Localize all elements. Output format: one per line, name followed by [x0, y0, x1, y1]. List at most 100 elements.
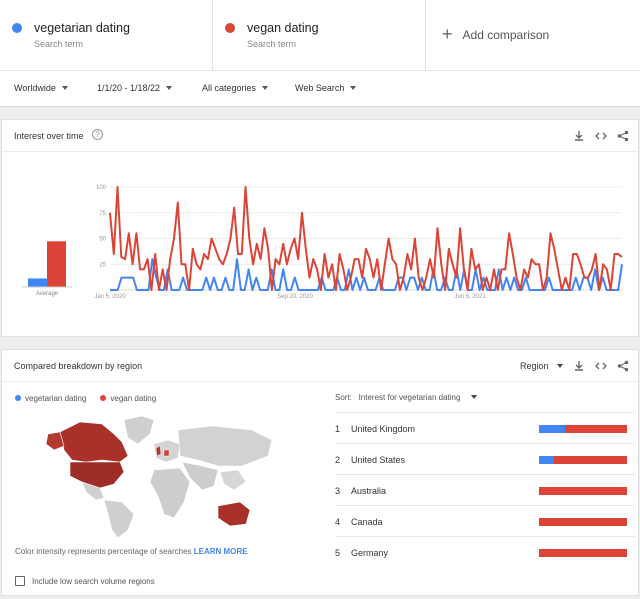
vegan-share-segment — [539, 549, 627, 557]
region-row[interactable]: 2 United States — [335, 443, 635, 474]
region-row[interactable]: 3 Australia — [335, 474, 635, 505]
region-share-bar — [539, 518, 627, 526]
map-region-united-kingdom[interactable] — [155, 445, 162, 457]
color-intensity-note: Color intensity represents percentage of… — [15, 547, 248, 556]
region-filter-label: Worldwide — [14, 83, 56, 93]
map-region-united-states[interactable] — [69, 461, 125, 489]
card-title: Interest over time — [14, 131, 84, 141]
sort-control[interactable]: Sort: Interest for vegetarian dating — [335, 393, 477, 402]
region-name: Germany — [351, 548, 389, 558]
region-row[interactable]: 4 Canada — [335, 505, 635, 536]
vegan-share-segment — [539, 518, 627, 526]
embed-icon[interactable] — [595, 360, 607, 372]
download-icon[interactable] — [573, 360, 585, 372]
search-term-1[interactable]: vegetarian dating Search term — [0, 0, 213, 70]
search-type-filter[interactable]: Web Search — [295, 83, 357, 93]
legend-item: vegan dating — [100, 394, 156, 403]
category-filter[interactable]: All categories — [202, 83, 269, 93]
y-tick-label: 75 — [99, 211, 106, 217]
caret-down-icon — [262, 86, 269, 90]
region-name: Canada — [351, 517, 383, 527]
category-filter-label: All categories — [202, 83, 257, 93]
map-region-asia[interactable] — [177, 425, 273, 467]
region-share-bar — [539, 425, 627, 433]
region-rank: 4 — [335, 517, 341, 527]
sort-label: Sort: — [335, 393, 352, 402]
low-volume-checkbox[interactable] — [15, 576, 25, 586]
average-bar-vegetarian — [28, 278, 47, 287]
map-region-greenland[interactable] — [123, 415, 155, 445]
caret-down-icon — [470, 395, 477, 399]
region-row[interactable]: 5 Germany — [335, 536, 635, 567]
region-name: Australia — [351, 486, 387, 496]
vegetarian-share-segment — [539, 456, 554, 464]
region-legend: vegetarian dating vegan dating — [15, 394, 156, 403]
region-name: United Kingdom — [351, 424, 416, 434]
vegan-share-segment — [565, 425, 627, 433]
term-color-dot — [12, 23, 22, 33]
region-rank: 1 — [335, 424, 341, 434]
legend-label: vegetarian dating — [25, 394, 87, 403]
region-level-select[interactable]: Region — [520, 361, 563, 371]
compare-bar: vegetarian dating Search term vegan dati… — [0, 0, 640, 70]
map-region-canada[interactable] — [59, 421, 129, 463]
region-share-bar — [539, 456, 627, 464]
y-tick-label: 25 — [99, 262, 106, 268]
region-row[interactable]: 1 United Kingdom — [335, 412, 635, 443]
caret-down-icon — [61, 86, 68, 90]
filter-bar: Worldwide 1/1/20 - 1/18/22 All categorie… — [0, 70, 640, 107]
search-term-2[interactable]: vegan dating Search term — [213, 0, 426, 70]
low-volume-label: Include low search volume regions — [32, 576, 155, 586]
map-region-australia[interactable] — [217, 501, 251, 527]
region-level-label: Region — [520, 361, 549, 371]
y-tick-label: 50 — [99, 237, 106, 243]
average-label: Average — [36, 291, 59, 297]
low-volume-toggle[interactable]: Include low search volume regions — [15, 576, 155, 586]
plus-icon: + — [442, 23, 453, 44]
add-comparison-button[interactable]: + Add comparison — [426, 0, 640, 70]
map-region-southeast-asia[interactable] — [219, 469, 247, 491]
map-region-africa[interactable] — [149, 467, 191, 519]
interest-over-time-card: Interest over time ? Average 100 75 50 25 Ja… — [1, 119, 639, 337]
legend-dot — [100, 395, 107, 401]
y-tick-label: 100 — [96, 185, 107, 191]
vegetarian-share-segment — [539, 425, 566, 433]
download-icon[interactable] — [573, 130, 585, 142]
term-name: vegan dating — [247, 21, 319, 35]
region-share-bar — [539, 549, 627, 557]
legend-dot — [15, 395, 21, 401]
map-region-germany[interactable] — [163, 449, 170, 457]
region-breakdown-card: Compared breakdown by region Region vege… — [1, 349, 639, 596]
term-type: Search term — [34, 39, 84, 49]
legend-item: vegetarian dating — [15, 394, 86, 403]
date-filter[interactable]: 1/1/20 - 1/18/22 — [97, 83, 173, 93]
term-color-dot — [225, 23, 235, 33]
caret-down-icon — [556, 364, 563, 368]
world-map[interactable] — [42, 410, 282, 540]
region-filter[interactable]: Worldwide — [14, 83, 68, 93]
legend-label: vegan dating — [110, 394, 157, 403]
map-region-south-america[interactable] — [103, 499, 135, 539]
search-type-filter-label: Web Search — [295, 83, 345, 93]
vegan-share-segment — [539, 487, 627, 495]
embed-icon[interactable] — [595, 130, 607, 142]
card-title: Compared breakdown by region — [14, 361, 143, 371]
region-rank: 5 — [335, 548, 341, 558]
caret-down-icon — [350, 86, 357, 90]
term-name: vegetarian dating — [34, 21, 130, 35]
interest-chart: Average 100 75 50 25 Jan 5, 2020 Sep 20, 2020… — [22, 185, 623, 300]
region-rank: 2 — [335, 455, 341, 465]
share-icon[interactable] — [617, 130, 629, 142]
average-bar-vegan — [47, 241, 66, 287]
card-header: Interest over time ? — [2, 120, 638, 152]
x-tick-label: Sep 20, 2020 — [277, 294, 313, 300]
help-icon[interactable]: ? — [92, 129, 103, 140]
learn-more-link[interactable]: LEARN MORE — [194, 547, 248, 556]
x-tick-label: Jun 6, 2021 — [454, 294, 486, 300]
region-name: United States — [351, 455, 406, 465]
x-tick-label: Jan 5, 2020 — [94, 294, 126, 300]
note-text: Color intensity represents percentage of… — [15, 547, 192, 556]
term-type: Search term — [247, 39, 297, 49]
share-icon[interactable] — [617, 360, 629, 372]
vegan-share-segment — [553, 456, 627, 464]
